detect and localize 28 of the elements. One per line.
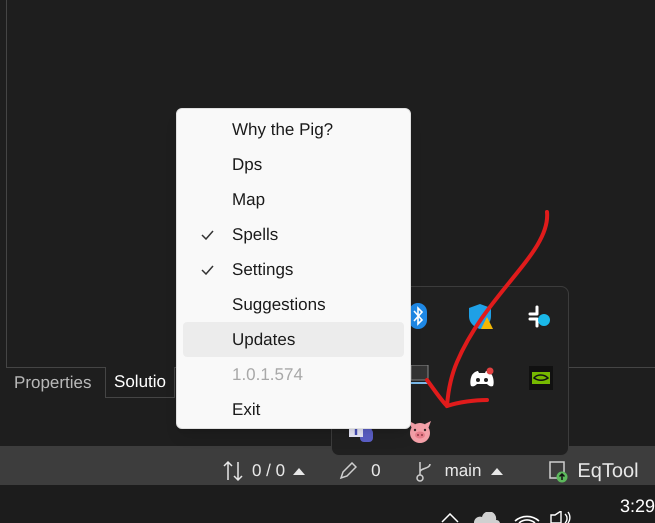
sync-count[interactable]: 0 / 0 — [252, 458, 286, 484]
panel-tab[interactable]: Solutio — [105, 367, 175, 398]
menu-item[interactable]: Updates — [183, 322, 404, 357]
menu-item[interactable]: Why the Pig? — [183, 112, 404, 147]
pencil-icon[interactable] — [339, 462, 358, 480]
menu-item[interactable]: Map — [183, 182, 404, 217]
menu-item[interactable]: Suggestions — [183, 287, 404, 322]
panel-tab[interactable]: Properties — [6, 368, 105, 398]
edit-count[interactable]: 0 — [371, 458, 381, 484]
shield-icon[interactable] — [468, 303, 494, 331]
sync-icon[interactable] — [222, 460, 244, 482]
cloud-icon[interactable] — [472, 512, 500, 523]
chevron-up-icon[interactable] — [441, 513, 459, 523]
clock-time[interactable]: 3:29 — [620, 493, 655, 520]
caret-icon[interactable] — [491, 466, 504, 474]
repository-name[interactable]: EqTool — [577, 456, 639, 486]
menu-item[interactable]: Dps — [183, 147, 404, 182]
pig-icon[interactable] — [408, 419, 432, 443]
menu-item[interactable]: Exit — [183, 392, 404, 427]
chat-app-icon[interactable] — [528, 305, 552, 329]
grid-icon[interactable] — [411, 365, 429, 385]
caret-icon[interactable] — [293, 466, 306, 474]
menu-item[interactable]: Spells — [183, 217, 404, 252]
menu-item[interactable]: Settings — [183, 252, 404, 287]
graphics-icon[interactable] — [529, 366, 553, 390]
branch-name[interactable]: main — [444, 458, 482, 484]
speaker-icon[interactable] — [550, 511, 572, 523]
game-controller-icon[interactable] — [469, 367, 495, 389]
